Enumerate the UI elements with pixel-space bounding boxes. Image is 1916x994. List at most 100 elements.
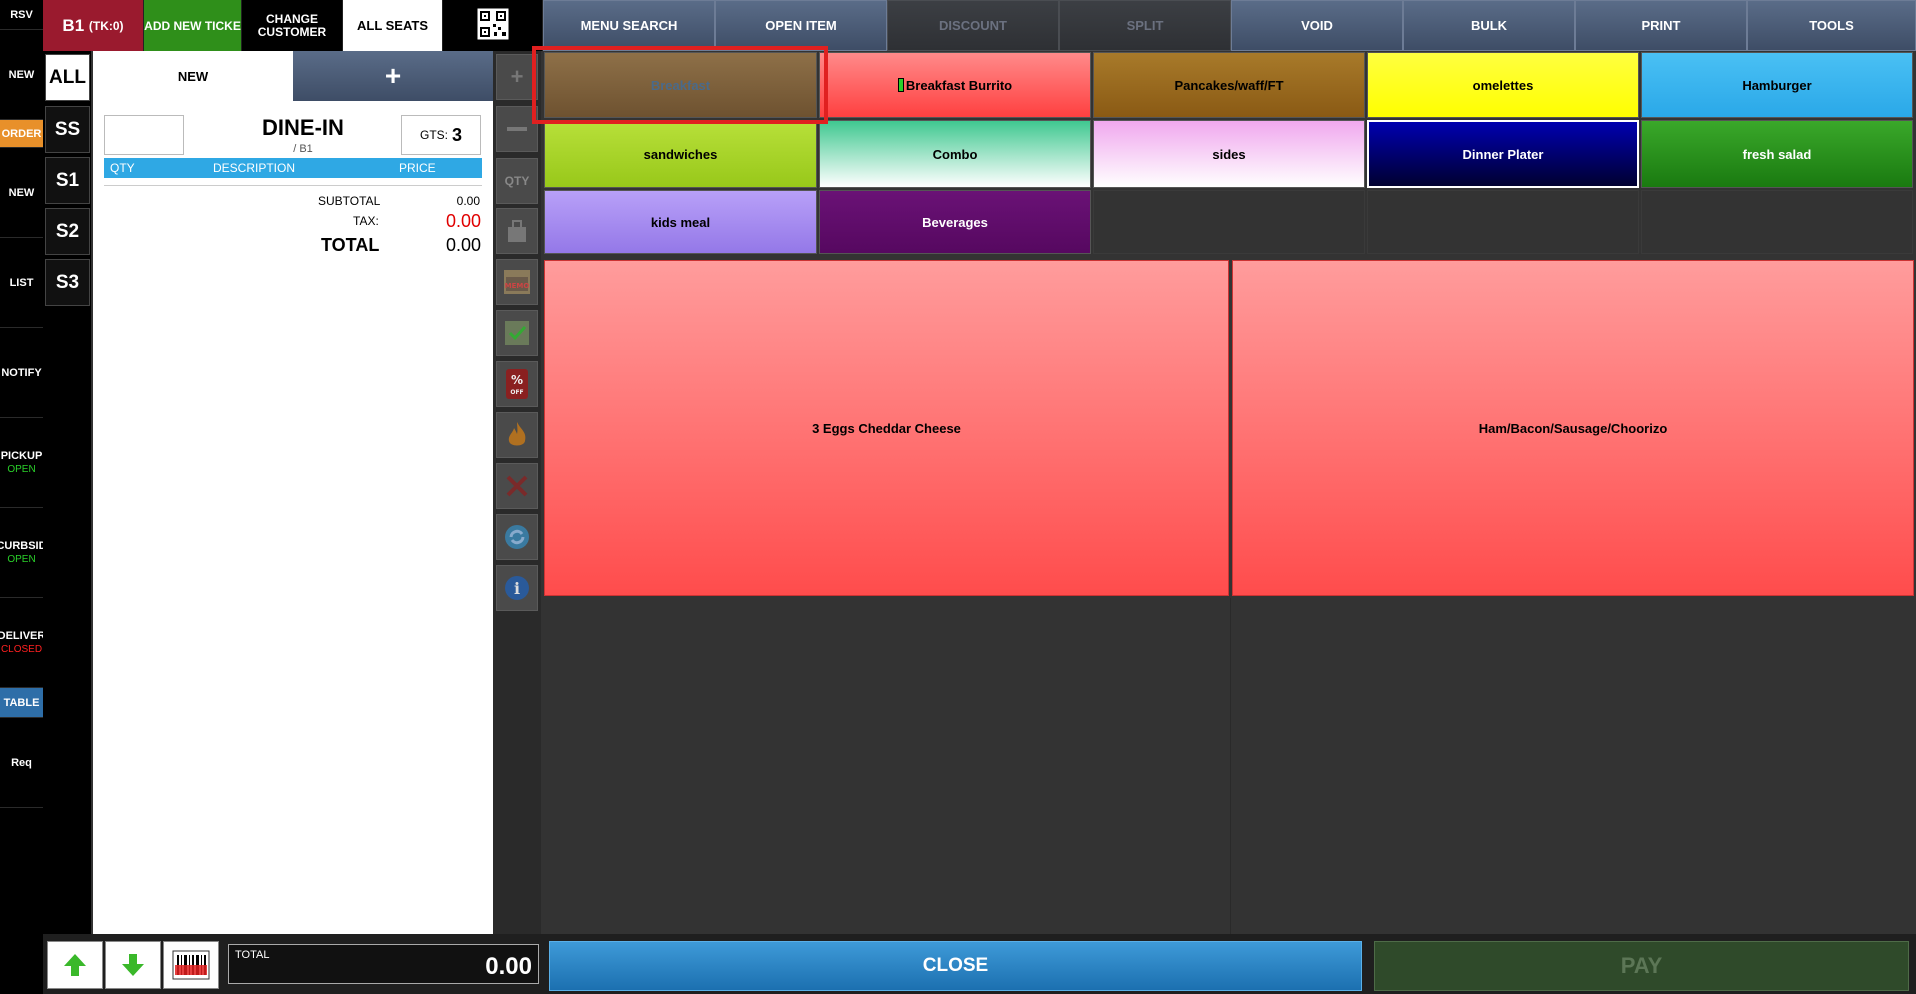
nav-curbside-status: OPEN [7,554,36,565]
split-label: SPLIT [1126,18,1164,33]
seat-s2[interactable]: S2 [45,208,90,255]
seat-column: ALL SS S1 S2 S3 [43,51,91,994]
category-breakfast-label: Breakfast [650,77,711,93]
percent-off-icon[interactable]: % OFF [496,361,538,407]
seat-s1[interactable]: S1 [45,157,90,204]
nav-rsv-label: RSV [10,8,33,21]
nav-list[interactable]: LIST [0,238,43,328]
nav-new[interactable]: NEW [0,30,43,120]
ticket-total-value: 0.00 [445,235,481,255]
void-button[interactable]: VOID [1231,0,1403,51]
nav-table-label: TABLE [3,696,40,709]
category-breakfast[interactable]: Breakfast [544,52,817,118]
category-dinner-plater-label: Dinner Plater [1462,146,1544,162]
bag-icon[interactable] [496,208,538,254]
scroll-down-button[interactable] [105,941,161,989]
refresh-icon[interactable] [496,514,538,560]
subtotal-value: 0.00 [456,194,480,208]
tool-column: + QTY MEMO % OFF i [493,51,541,934]
category-breakfast-burrito[interactable]: Breakfast Burrito [819,52,1091,118]
all-seats-button[interactable]: ALL SEATS [343,0,443,51]
svg-text:i: i [514,579,520,598]
seat-s3[interactable]: S3 [45,259,90,306]
category-kids-meal[interactable]: kids meal [544,190,817,254]
fire-icon[interactable] [496,412,538,458]
memo-icon[interactable]: MEMO [496,259,538,305]
menu-search-button[interactable]: MENU SEARCH [543,0,715,51]
add-tab-button[interactable]: + [293,51,493,101]
seat-s1-label: S1 [55,169,80,191]
bulk-button[interactable]: BULK [1403,0,1575,51]
col-price: PRICE [399,161,436,175]
qr-code-button[interactable] [443,0,543,51]
category-sides[interactable]: sides [1093,120,1365,188]
nav-rsv[interactable]: RSV [0,0,43,30]
close-label: CLOSE [922,955,989,976]
add-new-ticket-button[interactable]: ADD NEW TICKE [144,0,242,51]
minus-icon[interactable] [496,106,538,152]
nav-req[interactable]: Req [0,718,43,808]
category-sandwiches[interactable]: sandwiches [544,120,817,188]
category-omelettes[interactable]: omelettes [1367,52,1639,118]
nav-table[interactable]: TABLE [0,688,43,718]
print-button[interactable]: PRINT [1575,0,1747,51]
nav-delivery[interactable]: DELIVER CLOSED [0,598,45,688]
seat-ss[interactable]: SS [45,106,90,153]
scroll-up-button[interactable] [47,941,103,989]
item-3-eggs-label: 3 Eggs Cheddar Cheese [812,420,961,436]
seat-s3-label: S3 [55,271,80,293]
nav-order[interactable]: ORDER [0,120,43,148]
info-icon[interactable]: i [496,565,538,611]
category-hamburger[interactable]: Hamburger [1641,52,1913,118]
open-item-button[interactable]: OPEN ITEM [715,0,887,51]
category-pancakes[interactable]: Pancakes/waff/FT [1093,52,1365,118]
nav-new-label: NEW [8,68,35,81]
checklist-icon[interactable] [496,310,538,356]
bulk-label: BULK [1470,18,1508,33]
barcode-button[interactable] [163,941,219,989]
plus-icon[interactable]: + [496,54,538,100]
nav-notify-label: NOTIFY [1,366,42,379]
category-sides-label: sides [1212,146,1246,162]
open-item-label: OPEN ITEM [765,18,837,33]
discount-button[interactable]: DISCOUNT [887,0,1059,51]
guests-label: GTS: [419,128,448,142]
x-icon[interactable] [496,463,538,509]
ticket-count: (TK:0) [88,18,124,33]
total-display: TOTAL 0.00 [228,944,539,984]
category-dinner-plater[interactable]: Dinner Plater [1367,120,1639,188]
divider [104,185,482,186]
tab-new[interactable]: NEW [93,51,293,101]
void-label: VOID [1301,18,1333,33]
tools-button[interactable]: TOOLS [1747,0,1916,51]
guests-box[interactable]: GTS: 3 [401,115,481,155]
nav-list-label: LIST [9,276,34,289]
empty-slot [1367,190,1639,254]
item-3-eggs-cheddar-cheese[interactable]: 3 Eggs Cheddar Cheese [544,260,1229,596]
nav-curbside[interactable]: CURBSID OPEN [0,508,47,598]
nav-notify[interactable]: NOTIFY [0,328,43,418]
item-ham-bacon-sausage[interactable]: Ham/Bacon/Sausage/Choorizo [1232,260,1914,596]
change-customer-button[interactable]: CHANGE CUSTOMER [242,0,343,51]
category-beverages[interactable]: Beverages [819,190,1091,254]
order-type[interactable]: DINE-IN [233,115,373,141]
pay-button[interactable]: PAY [1374,941,1909,991]
table-button[interactable]: B1 (TK:0) [43,0,144,51]
seat-all[interactable]: ALL [45,54,90,101]
split-button[interactable]: SPLIT [1059,0,1231,51]
category-omelettes-label: omelettes [1472,77,1534,93]
qty-button[interactable]: QTY [496,158,538,204]
category-fresh-salad[interactable]: fresh salad [1641,120,1913,188]
seat-all-label: ALL [49,66,86,88]
empty-slot [1093,190,1365,254]
ticket-info-box[interactable] [104,115,184,155]
change-customer-label: CHANGE CUSTOMER [257,11,327,39]
menu-search-label: MENU SEARCH [580,18,678,33]
plus-icon: + [384,60,402,91]
nav-new-2[interactable]: NEW [0,148,43,238]
category-combo[interactable]: Combo [819,120,1091,188]
close-button[interactable]: CLOSE [549,941,1362,991]
nav-req-label: Req [11,756,32,769]
add-new-ticket-label: ADD NEW TICKE [144,18,241,33]
nav-pickup[interactable]: PICKUP OPEN [0,418,43,508]
